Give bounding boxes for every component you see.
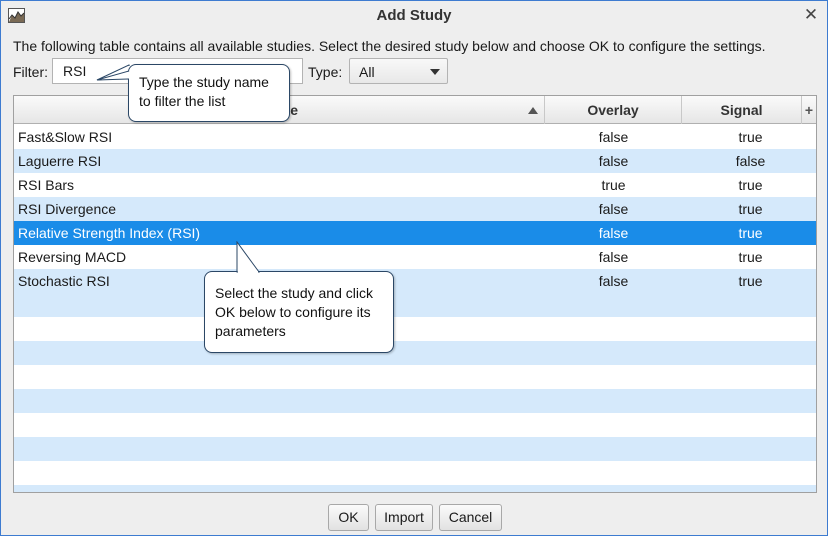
table-row-selected[interactable]: Relative Strength Index (RSI) false true (14, 221, 816, 245)
row-overlay: false (598, 129, 629, 145)
empty-row (14, 461, 816, 485)
row-overlay: false (598, 153, 629, 169)
table-row[interactable]: Fast&Slow RSI false true (14, 125, 816, 149)
type-label: Type: (308, 64, 343, 80)
studies-table: Name Overlay Signal + Fast&Slow RSI fals… (13, 95, 817, 493)
row-overlay: false (598, 201, 629, 217)
select-hint-callout: Select the study and click OK below to c… (204, 271, 394, 353)
type-dropdown[interactable]: All (349, 58, 448, 84)
row-signal: false (735, 153, 766, 169)
table-row[interactable]: RSI Bars true true (14, 173, 816, 197)
row-signal: true (738, 129, 763, 145)
table-row[interactable]: RSI Divergence false true (14, 197, 816, 221)
empty-row (14, 317, 816, 341)
row-overlay: true (601, 177, 626, 193)
column-header-overlay[interactable]: Overlay (545, 96, 682, 124)
empty-row (14, 365, 816, 389)
row-signal: true (738, 249, 763, 265)
table-body: Fast&Slow RSI false true Laguerre RSI fa… (14, 125, 816, 492)
table-row[interactable]: Reversing MACD false true (14, 245, 816, 269)
sort-ascending-icon (528, 107, 538, 114)
filter-hint-callout: Type the study name to filter the list (128, 64, 290, 122)
filter-hint-text: Type the study name to filter the list (139, 74, 269, 109)
select-hint-text: Select the study and click OK below to c… (215, 285, 373, 339)
type-selected-value: All (359, 64, 375, 80)
description-text: The following table contains all availab… (13, 38, 766, 54)
row-name: RSI Divergence (18, 201, 117, 217)
row-signal: true (738, 273, 763, 289)
row-overlay: false (598, 225, 629, 241)
ok-button[interactable]: OK (328, 504, 369, 531)
empty-row (14, 341, 816, 365)
import-button[interactable]: Import (375, 504, 433, 531)
row-signal: true (738, 177, 763, 193)
row-name: Relative Strength Index (RSI) (18, 225, 201, 241)
row-name: RSI Bars (18, 177, 75, 193)
callout-pointer-overlay (96, 70, 130, 81)
filter-label: Filter: (13, 64, 48, 80)
empty-row (14, 413, 816, 437)
row-signal: true (738, 225, 763, 241)
row-overlay: false (598, 273, 629, 289)
row-name: Laguerre RSI (18, 153, 102, 169)
add-column-icon[interactable]: + (802, 96, 816, 124)
empty-row (14, 389, 816, 413)
row-overlay: false (598, 249, 629, 265)
row-name: Fast&Slow RSI (18, 129, 113, 145)
close-icon[interactable]: ✕ (801, 5, 821, 25)
row-signal: true (738, 201, 763, 217)
callout-pointer (236, 241, 260, 273)
empty-row (14, 293, 816, 317)
cancel-button[interactable]: Cancel (439, 504, 502, 531)
add-study-dialog: Add Study ✕ The following table contains… (0, 0, 828, 536)
dialog-title: Add Study (376, 7, 452, 24)
chevron-down-icon (430, 69, 440, 75)
empty-row (14, 437, 816, 461)
title-bar[interactable]: Add Study ✕ (1, 1, 827, 30)
table-row[interactable]: Stochastic RSI false true (14, 269, 816, 293)
table-row[interactable]: Laguerre RSI false false (14, 149, 816, 173)
row-name: Reversing MACD (18, 249, 127, 265)
column-header-signal[interactable]: Signal (682, 96, 802, 124)
empty-row (14, 485, 816, 492)
